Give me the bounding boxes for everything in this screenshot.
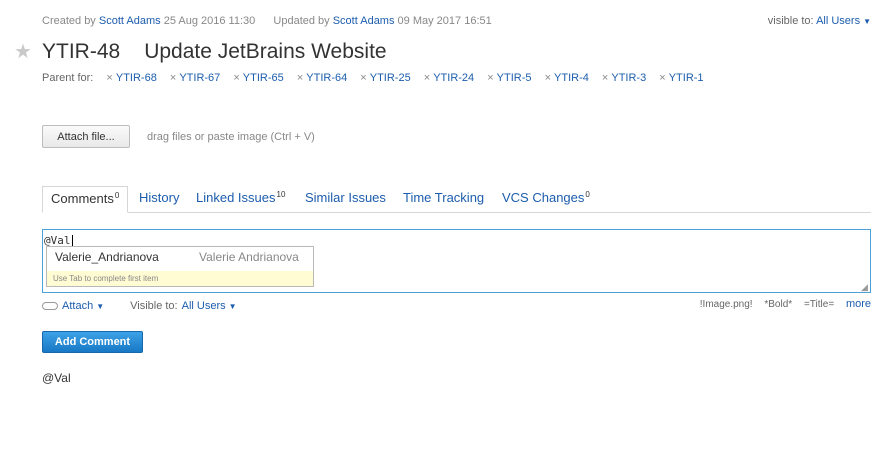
suggestion-login: Valerie_Andrianova <box>55 250 159 264</box>
suggestion-full-name: Valerie Andrianova <box>199 250 299 264</box>
star-icon[interactable]: ★ <box>14 42 34 62</box>
tab-similar-issues[interactable]: Similar Issues <box>305 186 386 212</box>
mention-suggestion[interactable]: Valerie_Andrianova Valerie Andrianova <box>55 250 305 264</box>
visible-label: visible to: <box>767 15 814 27</box>
drag-files-hint: drag files or paste image (Ctrl + V) <box>147 131 315 143</box>
add-comment-button[interactable]: Add Comment <box>42 331 143 353</box>
parent-link[interactable]: × YTIR-24 <box>424 72 474 84</box>
markup-image: !Image.png! <box>699 299 753 310</box>
resize-grip-icon[interactable]: ◢ <box>861 283 869 292</box>
issue-page: Created by Scott Adams 25 Aug 2016 11:30… <box>0 0 891 464</box>
parent-link[interactable]: × YTIR-4 <box>545 72 589 84</box>
remove-icon[interactable]: × <box>106 72 112 84</box>
issue-meta: Created by Scott Adams 25 Aug 2016 11:30… <box>42 15 492 27</box>
comment-visible-label: Visible to: <box>130 300 178 312</box>
markup-bold: *Bold* <box>764 299 793 310</box>
issue-visibility: visible to: All Users ▼ <box>768 15 871 27</box>
parent-link[interactable]: × YTIR-1 <box>659 72 703 84</box>
issue-id: YTIR-48 <box>42 40 121 63</box>
remove-icon[interactable]: × <box>360 72 366 84</box>
remove-icon[interactable]: × <box>602 72 608 84</box>
chevron-down-icon: ▼ <box>228 302 237 311</box>
chevron-down-icon: ▼ <box>863 17 871 26</box>
parent-link[interactable]: × YTIR-5 <box>487 72 531 84</box>
autocomplete-hint: Use Tab to complete first item <box>47 271 313 286</box>
issue-summary[interactable]: Update JetBrains Website <box>144 40 386 64</box>
updated-label: Updated by <box>273 15 330 27</box>
mention-autocomplete: Valerie_Andrianova Valerie Andrianova Us… <box>46 246 314 287</box>
created-by-link[interactable]: Scott Adams <box>99 15 161 27</box>
tab-count: 10 <box>276 190 286 199</box>
visibility-value: All Users <box>816 15 861 27</box>
issue-title-row: ★ YTIR-48 Update JetBrains Website <box>14 40 387 64</box>
remove-icon[interactable]: × <box>424 72 430 84</box>
parent-link[interactable]: × YTIR-68 <box>106 72 156 84</box>
created-date: 25 Aug 2016 11:30 <box>163 15 256 27</box>
parent-link[interactable]: × YTIR-67 <box>170 72 220 84</box>
remove-icon[interactable]: × <box>487 72 493 84</box>
attach-file-button[interactable]: Attach file... <box>42 125 130 148</box>
paperclip-icon <box>42 302 58 310</box>
created-label: Created by <box>42 15 96 27</box>
tab-count: 0 <box>114 191 120 200</box>
parent-link[interactable]: × YTIR-65 <box>233 72 283 84</box>
parent-link[interactable]: × YTIR-25 <box>360 72 410 84</box>
markup-title: =Title= <box>803 299 835 310</box>
remove-icon[interactable]: × <box>233 72 239 84</box>
tab-time-tracking[interactable]: Time Tracking <box>403 186 484 212</box>
parent-link[interactable]: × YTIR-64 <box>297 72 347 84</box>
tab-count: 0 <box>585 190 590 199</box>
updated-by-link[interactable]: Scott Adams <box>333 15 395 27</box>
parent-label: Parent for: <box>42 72 94 84</box>
comment-visibility-dropdown[interactable]: All Users ▼ <box>182 300 237 312</box>
remove-icon[interactable]: × <box>545 72 551 84</box>
tab-history[interactable]: History <box>139 186 179 212</box>
remove-icon[interactable]: × <box>659 72 665 84</box>
parent-links: Parent for: × YTIR-68 × YTIR-67 × YTIR-65 ×… <box>42 72 714 84</box>
comment-preview: @Val <box>42 371 71 385</box>
tab-vcs-changes[interactable]: VCS Changes0 <box>502 186 590 212</box>
comment-options: Attach ▼ Visible to: All Users ▼ <box>42 300 237 312</box>
updated-date: 09 May 2017 16:51 <box>397 15 492 27</box>
tab-comments[interactable]: Comments0 <box>42 186 129 213</box>
attach-dropdown[interactable]: Attach ▼ <box>62 300 104 312</box>
remove-icon[interactable]: × <box>297 72 303 84</box>
issue-tabs: Comments0 History Linked Issues10 Simila… <box>42 186 871 213</box>
visibility-dropdown[interactable]: All Users ▼ <box>816 15 871 27</box>
chevron-down-icon: ▼ <box>96 302 105 311</box>
tab-linked-issues[interactable]: Linked Issues10 <box>196 186 285 212</box>
markup-help: !Image.png! *Bold* =Title= more <box>691 298 871 310</box>
parent-link[interactable]: × YTIR-3 <box>602 72 646 84</box>
markup-more-link[interactable]: more <box>846 298 871 310</box>
remove-icon[interactable]: × <box>170 72 176 84</box>
